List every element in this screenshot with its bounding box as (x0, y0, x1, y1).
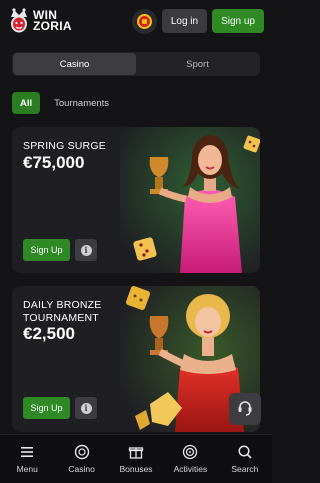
promo-amount: €75,000 (23, 153, 85, 172)
nav-activities[interactable]: Activities (163, 435, 217, 483)
casino-chip-icon (74, 444, 89, 460)
nav-casino-label: Casino (68, 464, 95, 474)
top-header: WIN ZORIA Log in Sign up (0, 0, 272, 42)
product-switch: Casino Sport (12, 52, 260, 76)
filter-all[interactable]: All (12, 92, 41, 114)
promo-filters: All Tournaments (12, 92, 109, 114)
info-icon: i (80, 402, 92, 414)
promo-card-daily-bronze[interactable]: DAILY BRONZE TOURNAMENT €2,500 Sign Up i (12, 286, 260, 432)
jester-logo-icon (11, 8, 27, 33)
gift-icon (128, 447, 144, 459)
search-icon (238, 445, 252, 459)
menu-icon (21, 447, 34, 457)
nav-menu-label: Menu (16, 464, 38, 474)
info-icon: i (80, 244, 92, 256)
promo-title-line1: DAILY BRONZE (23, 299, 102, 311)
promo-amount: €2,500 (23, 324, 75, 343)
promo-signup-button[interactable]: Sign Up (23, 397, 70, 419)
support-button[interactable] (229, 393, 261, 425)
logo-text: WIN ZORIA (33, 9, 72, 33)
nav-activities-label: Activities (173, 464, 208, 474)
nav-menu[interactable]: Menu (0, 435, 54, 483)
logo[interactable]: WIN ZORIA (8, 8, 72, 34)
nav-bonuses-label: Bonuses (119, 464, 153, 474)
login-button[interactable]: Log in (161, 9, 208, 33)
signup-button[interactable]: Sign up (212, 9, 264, 33)
promo-card-spring-surge[interactable]: SPRING SURGE €75,000 Sign Up i (12, 127, 260, 273)
nav-search-label: Search (231, 464, 259, 474)
promo-signup-button[interactable]: Sign Up (23, 239, 70, 261)
support-icon (238, 401, 252, 416)
filter-tournaments[interactable]: Tournaments (54, 98, 109, 109)
promo-title: DAILY BRONZE TOURNAMENT (23, 299, 101, 325)
promo-illustration (120, 127, 260, 273)
language-selector[interactable] (131, 8, 157, 34)
tab-casino[interactable]: Casino (13, 53, 136, 75)
nav-search[interactable]: Search (218, 435, 272, 483)
target-icon (183, 444, 198, 460)
promo-info-button[interactable]: i (75, 239, 97, 261)
promo-title: SPRING SURGE (23, 140, 106, 153)
promo-title-line1: SPRING SURGE (23, 140, 106, 152)
nav-casino[interactable]: Casino (54, 435, 108, 483)
promo-info-button[interactable]: i (75, 397, 97, 419)
nav-bonuses[interactable]: Bonuses (109, 435, 163, 483)
tab-sport[interactable]: Sport (136, 53, 259, 75)
flag-icon (136, 13, 152, 29)
bottom-navigation: Menu Casino Bonuses Activities Search (0, 434, 272, 483)
logo-line2: ZORIA (33, 19, 72, 33)
